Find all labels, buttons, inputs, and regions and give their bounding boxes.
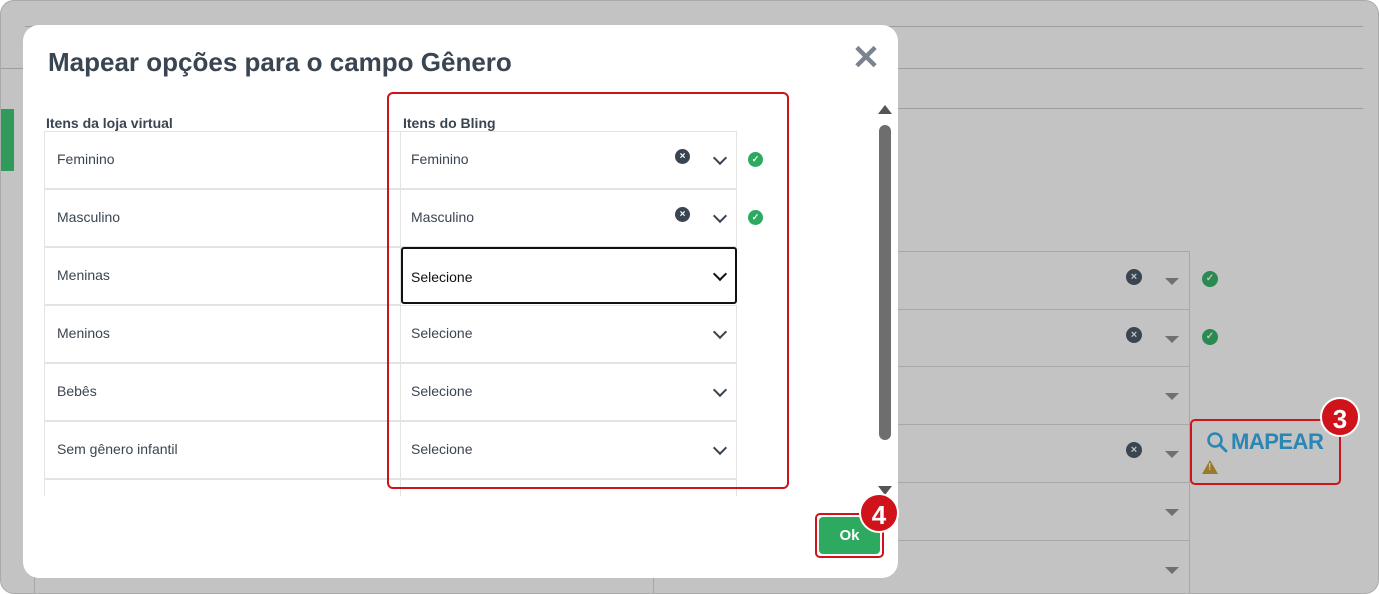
store-item-cell: Feminino <box>44 131 401 189</box>
store-item-cell <box>44 479 401 496</box>
bling-select[interactable]: Selecione <box>401 363 737 421</box>
bg-caret-icon <box>1165 451 1179 458</box>
modal-title: Mapear opções para o campo Gênero <box>48 47 512 77</box>
bling-select-value: Selecione <box>411 383 473 399</box>
bg-check-icon: ✓ <box>1202 271 1218 287</box>
chevron-down-icon <box>712 266 728 282</box>
store-item-cell: Bebês <box>44 363 401 421</box>
chevron-down-icon <box>712 440 728 456</box>
store-item-cell: Meninos <box>44 305 401 363</box>
bg-green-tab <box>1 109 14 171</box>
clear-icon[interactable]: × <box>675 207 690 222</box>
bg-clear-icon: × <box>1126 442 1142 458</box>
table-row: Meninas Selecione <box>44 247 874 305</box>
chevron-down-icon <box>712 208 728 224</box>
bling-select-value: Selecione <box>411 325 473 341</box>
bling-select[interactable]: Selecione <box>401 247 737 304</box>
bg-caret-icon <box>1165 278 1179 285</box>
column-header-bling: Itens do Bling <box>403 115 496 131</box>
bg-caret-icon <box>1165 509 1179 516</box>
bling-select-value: Selecione <box>411 269 473 285</box>
table-row: Sem gênero infantil Selecione <box>44 421 874 479</box>
chevron-down-icon <box>712 382 728 398</box>
table-row: Feminino Feminino × ✓ <box>44 131 874 189</box>
bling-select[interactable]: Selecione <box>401 305 737 363</box>
bg-clear-icon: × <box>1126 327 1142 343</box>
table-row: Bebês Selecione <box>44 363 874 421</box>
mapear-label: MAPEAR <box>1231 429 1324 454</box>
bling-select-value: Selecione <box>411 441 473 457</box>
table-row: Meninos Selecione <box>44 305 874 363</box>
chevron-down-icon <box>712 150 728 166</box>
check-icon: ✓ <box>748 210 763 225</box>
mapping-table: Feminino Feminino × ✓ Masculino Masculin… <box>44 131 874 496</box>
chevron-down-icon <box>712 324 728 340</box>
column-header-store: Itens da loja virtual <box>46 115 173 131</box>
bg-caret-icon <box>1165 393 1179 400</box>
map-options-modal: Mapear opções para o campo Gênero ✕ Iten… <box>23 25 898 578</box>
table-row <box>44 479 874 496</box>
bling-select[interactable]: Masculino × <box>401 189 737 247</box>
store-item-cell: Sem gênero infantil <box>44 421 401 479</box>
check-icon: ✓ <box>748 152 763 167</box>
bling-select-value: Feminino <box>411 151 469 167</box>
bg-caret-icon <box>1165 567 1179 574</box>
bling-select[interactable]: Selecione <box>401 421 737 479</box>
step-badge-3: 3 <box>1320 397 1360 437</box>
store-item-cell: Meninas <box>44 247 401 305</box>
bg-clear-icon: × <box>1126 269 1142 285</box>
bling-select[interactable] <box>401 479 737 496</box>
bling-select-value: Masculino <box>411 209 475 225</box>
table-row: Masculino Masculino × ✓ <box>44 189 874 247</box>
scroll-up-arrow[interactable] <box>878 105 892 114</box>
store-item-cell: Masculino <box>44 189 401 247</box>
step-badge-4: 4 <box>859 493 899 533</box>
mapear-link[interactable]: MAPEAR <box>1206 429 1324 455</box>
close-icon[interactable]: ✕ <box>851 41 881 75</box>
clear-icon[interactable]: × <box>675 149 690 164</box>
bg-check-icon: ✓ <box>1202 329 1218 345</box>
search-icon <box>1207 432 1228 453</box>
bg-caret-icon <box>1165 336 1179 343</box>
scrollbar-thumb[interactable] <box>879 125 891 440</box>
bling-select[interactable]: Feminino × <box>401 131 737 189</box>
